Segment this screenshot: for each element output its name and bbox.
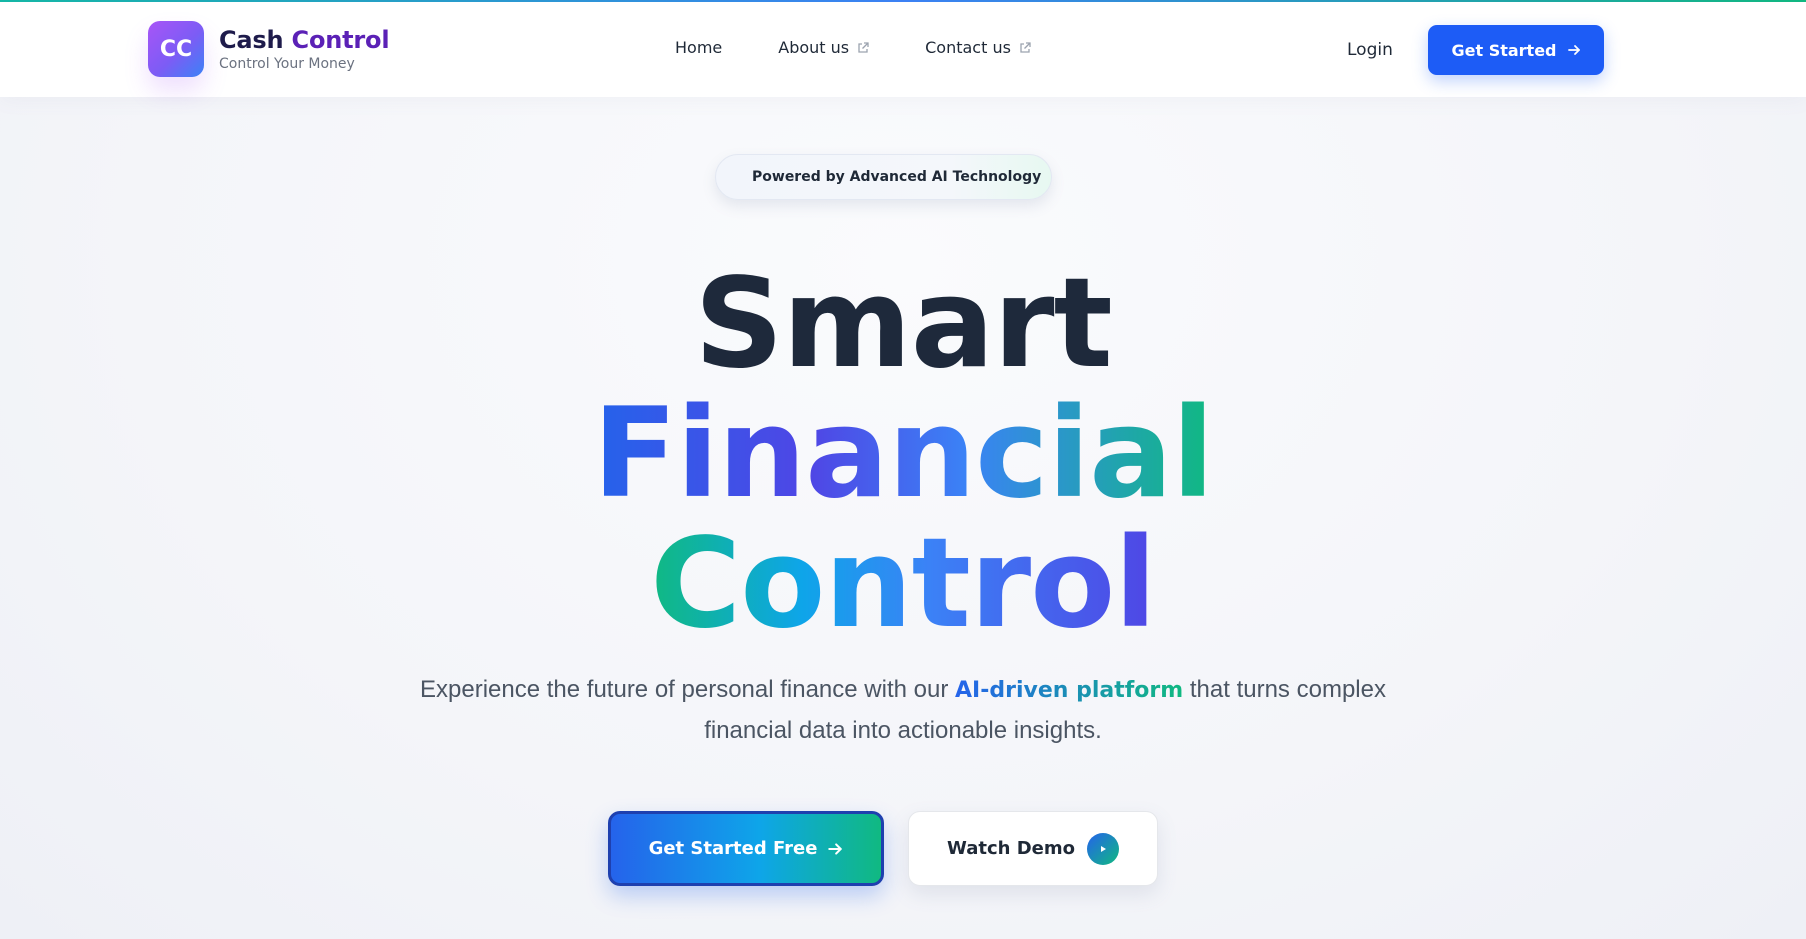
nav-item-contact-us[interactable]: Contact us xyxy=(925,38,1031,57)
brand-name: Cash Control xyxy=(219,25,390,54)
ai-badge: Powered by Advanced AI Technology xyxy=(715,154,1052,200)
headline-line-2-text: Financial xyxy=(592,382,1215,526)
get-started-button[interactable]: Get Started xyxy=(1428,25,1604,75)
brand-tagline: Control Your Money xyxy=(219,55,355,72)
nav-item-label: About us xyxy=(778,38,850,57)
login-link[interactable]: Login xyxy=(1347,40,1393,60)
get-started-free-label: Get Started Free xyxy=(648,838,818,859)
arrow-right-icon xyxy=(828,842,843,855)
get-started-free-button[interactable]: Get Started Free xyxy=(608,811,884,886)
external-link-icon xyxy=(1020,41,1031,53)
watch-demo-button[interactable]: Watch Demo xyxy=(908,811,1158,886)
play-icon xyxy=(1087,832,1119,865)
subtext-highlight: AI-driven platform xyxy=(955,678,1184,703)
brand-text: Cash Control Control Your Money xyxy=(219,25,390,72)
badge-text: Powered by Advanced AI Technology xyxy=(752,169,1042,185)
brand-logo-link[interactable]: CC Cash Control Control Your Money xyxy=(148,21,390,77)
brand-name-part2: Control xyxy=(291,25,390,54)
headline-line-1: Smart xyxy=(694,252,1113,396)
site-header: CC Cash Control Control Your Money Home … xyxy=(0,2,1806,97)
main-nav: Home About us Contact us xyxy=(675,38,1087,57)
brand-name-part1: Cash xyxy=(219,25,284,54)
hero-subtext: Experience the future of personal financ… xyxy=(403,670,1403,751)
nav-item-label: Home xyxy=(675,38,723,57)
headline-line-2: Financial xyxy=(0,392,1806,516)
get-started-label: Get Started xyxy=(1451,40,1557,60)
subtext-before: Experience the future of personal financ… xyxy=(420,676,949,703)
headline-line-3: Control xyxy=(0,522,1806,646)
brand-logo-icon: CC xyxy=(148,21,204,77)
watch-demo-label: Watch Demo xyxy=(947,838,1075,859)
external-link-icon xyxy=(858,41,869,53)
headline-line-3-text: Control xyxy=(650,512,1157,656)
nav-item-about-us[interactable]: About us xyxy=(778,38,869,57)
arrow-right-icon xyxy=(1567,45,1580,55)
nav-item-label: Contact us xyxy=(925,38,1011,57)
nav-item-home[interactable]: Home xyxy=(675,38,722,57)
